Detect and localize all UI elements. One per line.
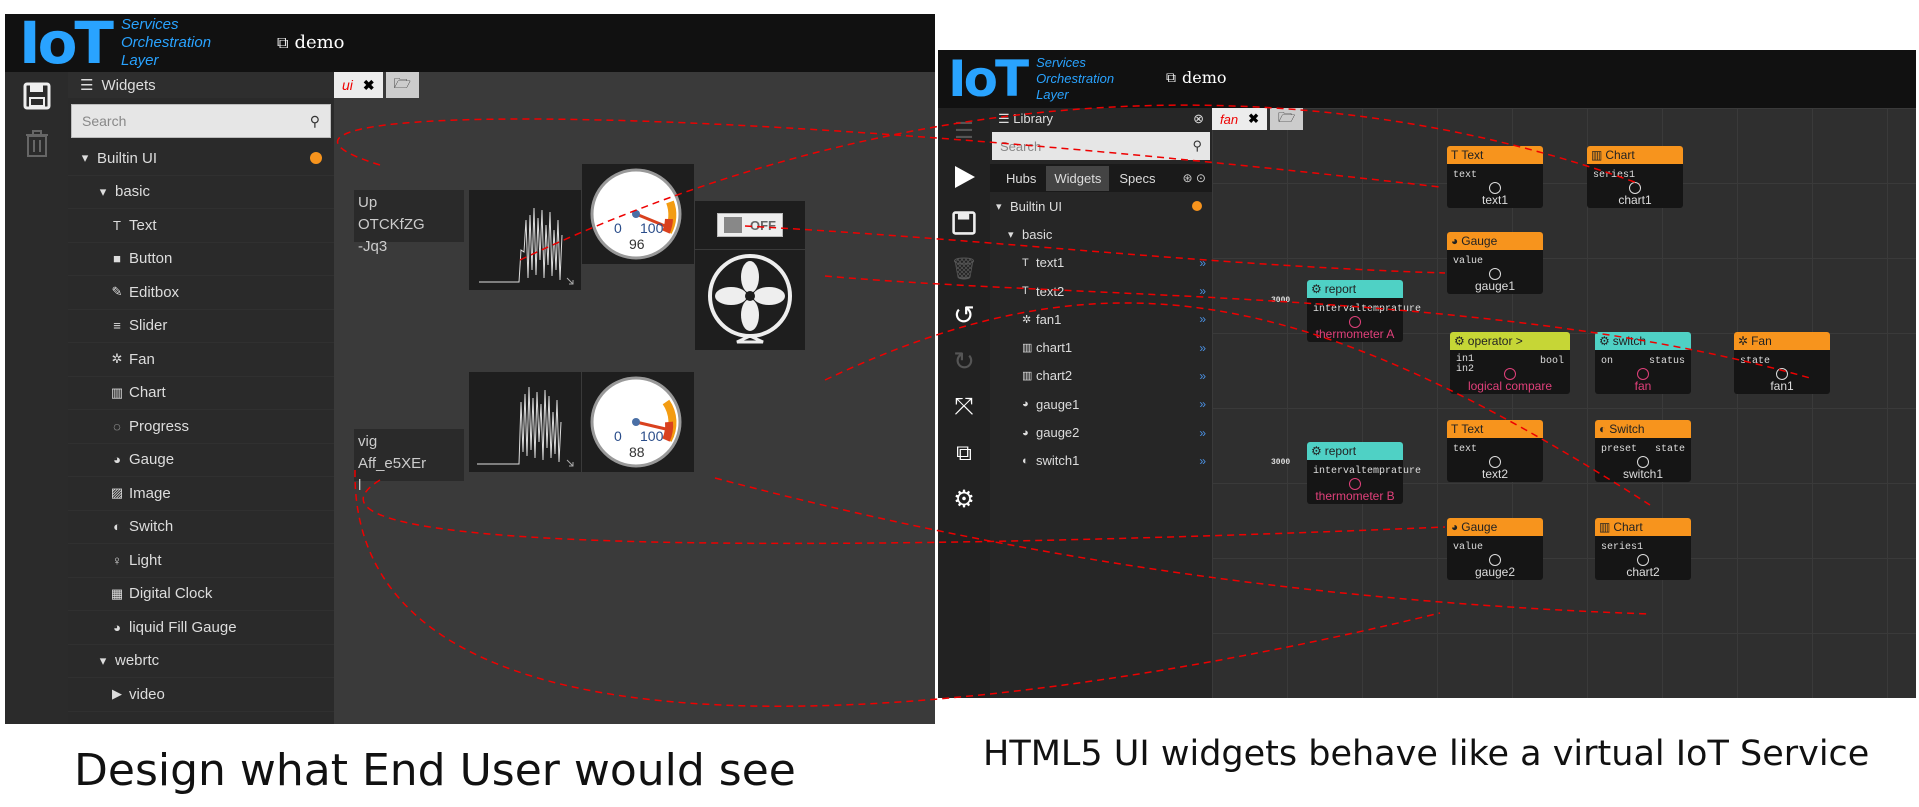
caption-right: HTML5 UI widgets behave like a virtual I…: [983, 734, 1870, 774]
mapping-arrows-overlay: [336, 104, 1811, 707]
caption-left: Design what End User would see: [74, 745, 796, 796]
